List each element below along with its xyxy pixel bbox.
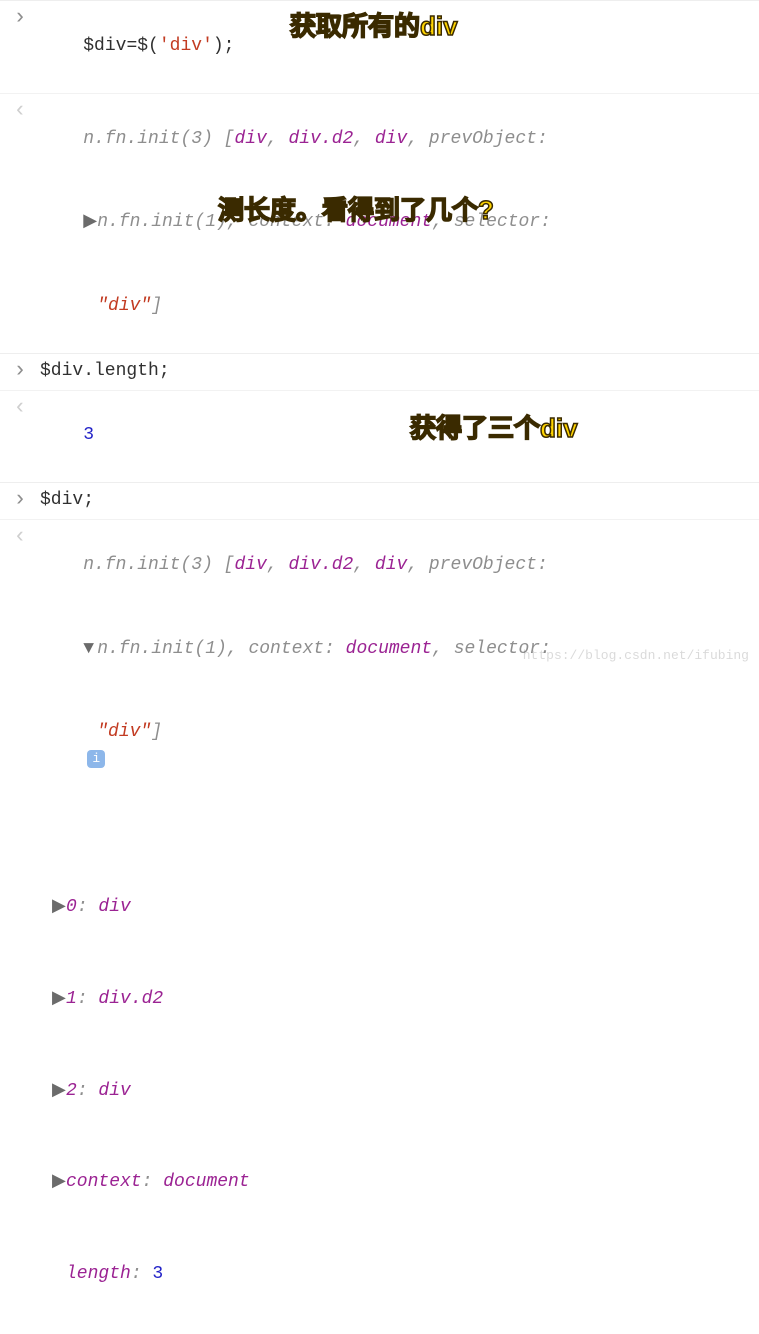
console-input-code: $div; — [34, 487, 759, 515]
object-prop-row: length: 3 — [52, 1259, 759, 1290]
object-prop-row[interactable]: ▶2: div — [52, 1076, 759, 1107]
console-input-row[interactable]: › $div=$('div'); — [0, 0, 759, 93]
object-prop-row[interactable]: ▶1: div.d2 — [52, 984, 759, 1015]
object-prop-row[interactable]: ▶context: document — [52, 1167, 759, 1198]
object-prop-row[interactable]: ▶0: div — [52, 892, 759, 923]
console-output-number: 3 — [34, 395, 759, 479]
object-properties: ▶0: div ▶1: div.d2 ▶2: div ▶context: doc… — [40, 831, 759, 1334]
expand-arrow-icon[interactable]: ▶ — [83, 209, 97, 237]
console-input-code: $div.length; — [34, 358, 759, 386]
console-input-code: $div=$('div'); — [34, 5, 759, 89]
input-chevron-icon: › — [6, 5, 34, 30]
output-chevron-icon: ‹ — [6, 395, 34, 420]
watermark: https://blog.csdn.net/ifubing — [523, 648, 749, 663]
console-output-object[interactable]: n.fn.init(3) [div, div.d2, div, prevObje… — [34, 98, 759, 349]
console-output-row[interactable]: ‹ n.fn.init(3) [div, div.d2, div, prevOb… — [0, 93, 759, 353]
input-chevron-icon: › — [6, 487, 34, 512]
input-chevron-icon: › — [6, 358, 34, 383]
console-output-row[interactable]: ‹ 3 — [0, 390, 759, 483]
console-output-row[interactable]: ‹ n.fn.init(3) [div, div.d2, div, prevOb… — [0, 519, 759, 1334]
collapse-arrow-icon[interactable]: ▼ — [83, 636, 97, 664]
output-chevron-icon: ‹ — [6, 98, 34, 123]
console-input-row[interactable]: › $div.length; — [0, 353, 759, 390]
info-badge-icon[interactable]: i — [87, 750, 105, 768]
console-output-object-expanded[interactable]: n.fn.init(3) [div, div.d2, div, prevObje… — [34, 524, 759, 1334]
console-input-row[interactable]: › $div; — [0, 482, 759, 519]
output-chevron-icon: ‹ — [6, 524, 34, 549]
